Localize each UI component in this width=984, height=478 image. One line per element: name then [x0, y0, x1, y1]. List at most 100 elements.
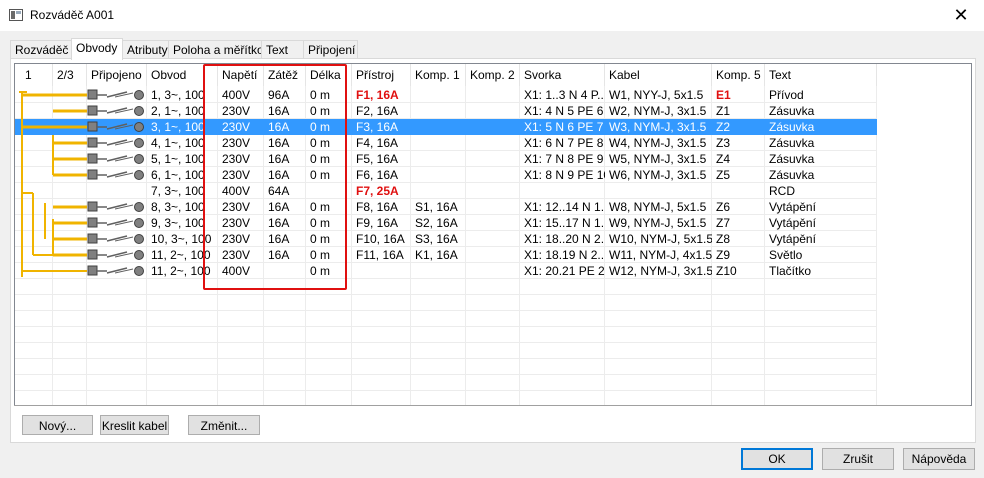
- tab-text[interactable]: Text: [261, 40, 304, 59]
- cell-komp1: [411, 183, 466, 199]
- cell-zatez: 16A: [268, 136, 290, 150]
- cell-komp1: [411, 151, 466, 167]
- cell-pristroj: F6, 16A: [356, 168, 399, 182]
- cell-zatez: 16A: [268, 248, 290, 262]
- cell-zatez: 96A: [268, 88, 290, 102]
- cell-kabel: W8, NYM-J, 5x1.5: [609, 200, 707, 214]
- grid-line: [15, 390, 877, 391]
- cell-svorka: X1: 7 N 8 PE 9: [524, 152, 604, 166]
- cell-zatez: 16A: [268, 104, 290, 118]
- cell-komp2: [466, 167, 520, 183]
- new-button[interactable]: Nový...: [22, 415, 93, 435]
- header-col-zatez[interactable]: Zátěž: [264, 64, 306, 86]
- cell-komp5: Z9: [716, 248, 731, 262]
- circuits-table[interactable]: 1 2/3 Připojeno Obvod Napětí Zátěž Délka Přístr…: [14, 63, 972, 406]
- header-col-obvod[interactable]: Obvod: [147, 64, 218, 86]
- cell-svorka: X1: 20.21 PE 22: [524, 264, 605, 278]
- cell-delka: 0 m: [310, 152, 331, 166]
- circuit-symbol-icon: [87, 169, 144, 180]
- cell-komp5: Z7: [716, 216, 731, 230]
- cell-delka: 0 m: [310, 264, 331, 278]
- cell-delka: 0 m: [310, 232, 331, 246]
- cell-komp1: [411, 263, 466, 279]
- cell-komp5: Z8: [716, 232, 731, 246]
- cell-napeti: 230V: [222, 216, 251, 230]
- cell-komp1: S3, 16A: [415, 232, 458, 246]
- cell-text: Zásuvka: [769, 168, 815, 182]
- cell-komp1: [411, 103, 466, 119]
- circuit-symbol-icon: [87, 249, 144, 260]
- cell-komp5: Z1: [716, 104, 731, 118]
- cell-delka: 0 m: [310, 88, 331, 102]
- cell-komp5: Z4: [716, 152, 731, 166]
- grid-line: [15, 342, 877, 343]
- cell-text: Zásuvka: [769, 152, 815, 166]
- cell-napeti: 230V: [222, 200, 251, 214]
- grid-line: [15, 374, 877, 375]
- cell-komp1: S1, 16A: [415, 200, 458, 214]
- cell-text: Světlo: [769, 248, 803, 262]
- cell-napeti: 400V: [222, 88, 251, 102]
- tab-pripojeni[interactable]: Připojení: [303, 40, 358, 59]
- cell-delka: 0 m: [310, 104, 331, 118]
- cell-napeti: 230V: [222, 104, 251, 118]
- draw-cable-button[interactable]: Kreslit kabel: [100, 415, 169, 435]
- header-col-text[interactable]: Text: [765, 64, 877, 86]
- cell-napeti: 400V: [222, 264, 251, 278]
- header-col-komp-1[interactable]: Komp. 1: [411, 64, 466, 86]
- cell-komp2: [466, 199, 520, 215]
- header-col-komp-5[interactable]: Komp. 5: [712, 64, 765, 86]
- cell-kabel: [605, 183, 712, 199]
- title-bar: Rozváděč A001 ✕: [0, 0, 984, 31]
- help-button[interactable]: Nápověda: [903, 448, 975, 470]
- cell-komp1: [411, 135, 466, 151]
- tab-obvody[interactable]: Obvody: [71, 38, 123, 60]
- tab-atributy[interactable]: Atributy: [122, 40, 172, 59]
- cell-napeti: 230V: [222, 136, 251, 150]
- cell-komp1: [411, 87, 466, 103]
- grid-line: [15, 294, 877, 295]
- cell-kabel: W11, NYM-J, 4x1.5: [609, 248, 712, 262]
- cell-kabel: W5, NYM-J, 3x1.5: [609, 152, 707, 166]
- cell-komp2: [466, 247, 520, 263]
- cell-komp5: Z2: [716, 120, 731, 134]
- cell-kabel: W2, NYM-J, 3x1.5: [609, 104, 707, 118]
- cell-pristroj: F7, 25A: [356, 184, 399, 198]
- close-icon[interactable]: ✕: [938, 0, 984, 31]
- cell-delka: 0 m: [310, 168, 331, 182]
- cell-obvod: 6, 1~, 100: [151, 168, 205, 182]
- header-col-svorka[interactable]: Svorka: [520, 64, 605, 86]
- window-app-icon: [9, 9, 23, 21]
- change-button[interactable]: Změnit...: [188, 415, 260, 435]
- tab-rozvadec[interactable]: Rozváděč: [10, 40, 73, 59]
- cell-zatez: 64A: [268, 184, 290, 198]
- cancel-button[interactable]: Zrušit: [822, 448, 894, 470]
- tab-poloha-a-meritko[interactable]: Poloha a měřítko: [168, 40, 265, 59]
- cell-pristroj: F11, 16A: [356, 248, 404, 262]
- cell-komp1: [411, 119, 466, 135]
- cell-zatez: 16A: [268, 152, 290, 166]
- cell-obvod: 11, 2~, 100: [151, 248, 211, 262]
- cell-text: Vytápění: [769, 200, 816, 214]
- cell-delka: [306, 183, 352, 199]
- cell-kabel: W3, NYM-J, 3x1.5: [609, 120, 707, 134]
- cell-svorka: X1: 15..17 N 1...: [524, 216, 605, 230]
- cell-svorka: X1: 8 N 9 PE 10: [524, 168, 605, 182]
- header-col-pristroj[interactable]: Přístroj: [352, 64, 411, 86]
- cell-pristroj: F2, 16A: [356, 104, 399, 118]
- cell-svorka: X1: 5 N 6 PE 7: [524, 120, 604, 134]
- header-col-komp-2[interactable]: Komp. 2: [466, 64, 520, 86]
- cell-obvod: 3, 1~, 100: [151, 120, 205, 134]
- cell-delka: 0 m: [310, 200, 331, 214]
- ok-button[interactable]: OK: [741, 448, 813, 470]
- cell-napeti: 230V: [222, 232, 251, 246]
- header-col-napeti[interactable]: Napětí: [218, 64, 264, 86]
- cell-obvod: 4, 1~, 100: [151, 136, 205, 150]
- cell-text: Zásuvka: [769, 120, 815, 134]
- cell-komp1: K1, 16A: [415, 248, 458, 262]
- grid-line: [15, 358, 877, 359]
- header-col-delka[interactable]: Délka: [306, 64, 352, 86]
- circuit-symbol-icon: [87, 105, 144, 116]
- cell-obvod: 9, 3~, 100: [151, 216, 205, 230]
- header-col-kabel[interactable]: Kabel: [605, 64, 712, 86]
